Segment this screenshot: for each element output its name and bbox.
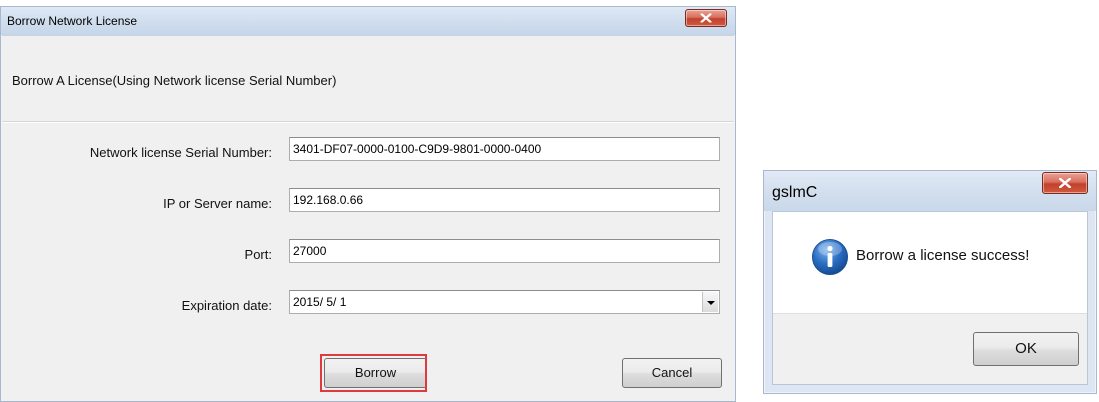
expiration-date-value: 2015/ 5/ 1 bbox=[293, 295, 347, 309]
message-title-bar[interactable]: gslmC bbox=[764, 171, 1096, 211]
cancel-button[interactable]: Cancel bbox=[622, 358, 722, 388]
button-strip: OK bbox=[773, 313, 1087, 384]
expiration-date-picker[interactable]: 2015/ 5/ 1 bbox=[289, 290, 720, 314]
window-title: Borrow Network License bbox=[7, 14, 138, 28]
message-area: Borrow a license success! bbox=[773, 212, 1087, 313]
close-button[interactable] bbox=[685, 9, 727, 27]
ok-button[interactable]: OK bbox=[973, 332, 1079, 366]
message-window-title: gslmC bbox=[772, 184, 818, 201]
dialog-client-area: Borrow A License(Using Network license S… bbox=[2, 35, 734, 401]
message-close-button[interactable] bbox=[1042, 172, 1088, 194]
message-text: Borrow a license success! bbox=[856, 247, 1030, 264]
message-box-dialog: gslmC Borrow a license success! OK bbox=[763, 170, 1097, 394]
borrow-network-license-dialog: Borrow Network License Borrow A License(… bbox=[0, 6, 736, 402]
expiration-date-label: Expiration date: bbox=[181, 298, 272, 313]
info-icon bbox=[812, 239, 848, 275]
close-icon bbox=[700, 13, 712, 23]
serial-number-input[interactable]: 3401-DF07-0000-0100-C9D9-9801-0000-0400 bbox=[289, 137, 720, 161]
title-bar[interactable]: Borrow Network License bbox=[1, 7, 735, 35]
server-name-label: IP or Server name: bbox=[163, 196, 272, 211]
borrow-button[interactable]: Borrow bbox=[324, 358, 427, 388]
message-client-area: Borrow a license success! OK bbox=[772, 211, 1088, 385]
port-label: Port: bbox=[244, 247, 272, 262]
port-input[interactable]: 27000 bbox=[289, 239, 720, 263]
serial-number-label: Network license Serial Number: bbox=[89, 145, 272, 160]
heading-divider bbox=[2, 121, 734, 123]
chevron-down-icon[interactable] bbox=[702, 292, 718, 312]
server-name-input[interactable]: 192.168.0.66 bbox=[289, 188, 720, 212]
close-icon bbox=[1059, 178, 1071, 188]
dialog-heading: Borrow A License(Using Network license S… bbox=[12, 73, 337, 88]
